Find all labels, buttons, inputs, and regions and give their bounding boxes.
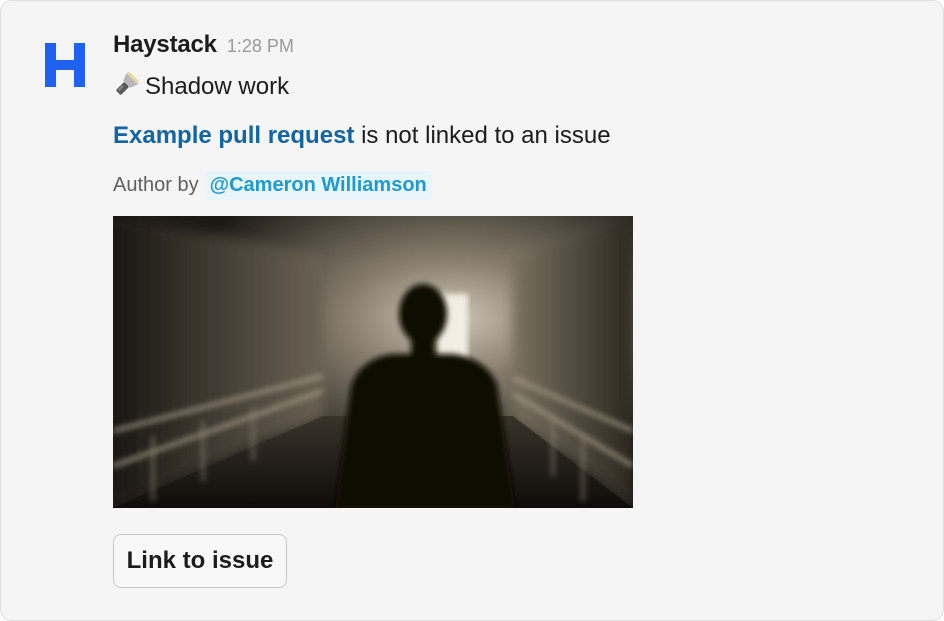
app-name[interactable]: Haystack	[113, 31, 217, 59]
message-content: Haystack 1:28 PM Shadow work Example pul…	[113, 31, 913, 508]
link-to-issue-button[interactable]: Link to issue	[113, 534, 287, 588]
message-title-row: Shadow work	[113, 69, 913, 105]
author-row: Author by @Cameron Williamson	[113, 169, 913, 201]
flashlight-icon	[113, 70, 140, 103]
message-header: Haystack 1:28 PM	[113, 31, 913, 67]
author-label: Author by	[113, 173, 199, 196]
message-title: Shadow work	[145, 73, 290, 100]
haystack-logo-icon	[43, 43, 87, 87]
message-body-text: is not linked to an issue	[354, 122, 611, 149]
message-image[interactable]	[113, 216, 633, 508]
timestamp[interactable]: 1:28 PM	[227, 36, 294, 57]
message-card: Haystack 1:28 PM Shadow work Example pul…	[0, 0, 944, 621]
message-body: Example pull request is not linked to an…	[113, 119, 913, 153]
pull-request-link[interactable]: Example pull request	[113, 122, 354, 149]
author-mention[interactable]: @Cameron Williamson	[204, 170, 432, 200]
corridor-image	[113, 216, 633, 508]
